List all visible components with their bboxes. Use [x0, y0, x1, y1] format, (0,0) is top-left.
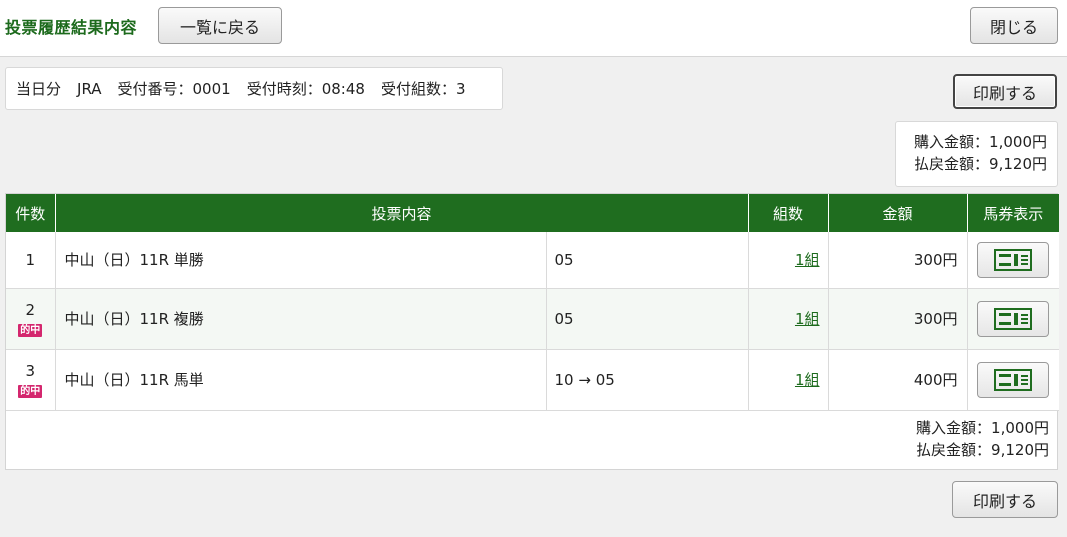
selection-cell: 10 → 05	[546, 349, 749, 411]
print-button-top[interactable]: 印刷する	[953, 74, 1057, 109]
receipt-info: 当日分 JRA 受付番号：0001 受付時刻：08:48 受付組数：3	[5, 67, 503, 110]
amount-cell: 400円	[828, 349, 968, 411]
row-number: 3	[25, 361, 36, 380]
summary-box-top: 購入金額：1,000円 払戻金額：9,120円	[895, 121, 1058, 187]
kumi-link[interactable]: 1組	[795, 371, 820, 389]
header-content: 投票内容	[55, 194, 749, 232]
refund-amount: 払戻金額：9,120円	[914, 155, 1047, 173]
selection-cell: 05	[546, 232, 749, 289]
race-cell: 中山（日）11R 単勝	[55, 232, 547, 289]
info-receipt-count: 受付組数：3	[380, 80, 466, 98]
row-number: 1	[25, 250, 36, 269]
table-row: 3 的中 中山（日）11R 馬単 10 → 05 1組 400円	[6, 349, 1060, 411]
purchase-amount: 購入金額：1,000円	[916, 419, 1049, 437]
refund-amount: 払戻金額：9,120円	[916, 441, 1049, 459]
ticket-icon	[994, 368, 1033, 391]
info-receipt-no: 受付番号：0001	[117, 80, 231, 98]
back-to-list-button[interactable]: 一覧に戻る	[158, 7, 282, 44]
header-ticket: 馬券表示	[967, 194, 1060, 232]
summary-table-bottom: 購入金額：1,000円 払戻金額：9,120円	[916, 417, 1049, 461]
show-ticket-button[interactable]	[977, 300, 1050, 337]
close-button[interactable]: 閉じる	[970, 7, 1058, 44]
purchase-amount: 購入金額：1,000円	[914, 133, 1047, 151]
show-ticket-button[interactable]	[977, 241, 1050, 278]
bet-table: 件数 投票内容 組数 金額 馬券表示 1 中山（日）11R 単勝 05 1組 3…	[6, 194, 1060, 411]
ticket-icon	[994, 248, 1033, 271]
selection-cell: 05	[546, 288, 749, 350]
print-button-bottom[interactable]: 印刷する	[952, 481, 1058, 518]
info-receipt-time: 受付時刻：08:48	[246, 80, 365, 98]
table-row: 2 的中 中山（日）11R 複勝 05 1組 300円	[6, 288, 1060, 350]
ticket-icon	[994, 307, 1033, 330]
page-title: 投票履歴結果内容	[5, 18, 138, 37]
amount-cell: 300円	[828, 232, 968, 289]
hit-badge: 的中	[18, 384, 43, 398]
race-cell: 中山（日）11R 馬単	[55, 349, 547, 411]
header-kumi: 組数	[748, 194, 829, 232]
top-bar: 投票履歴結果内容 一覧に戻る 閉じる	[0, 0, 1067, 57]
kumi-link[interactable]: 1組	[795, 310, 820, 328]
header-count: 件数	[6, 194, 56, 232]
info-org: JRA	[77, 79, 102, 98]
race-cell: 中山（日）11R 複勝	[55, 288, 547, 350]
kumi-link[interactable]: 1組	[795, 251, 820, 269]
row-number: 2	[25, 300, 36, 319]
amount-cell: 300円	[828, 288, 968, 350]
table-row: 1 中山（日）11R 単勝 05 1組 300円	[6, 232, 1060, 289]
show-ticket-button[interactable]	[977, 361, 1050, 398]
hit-badge: 的中	[18, 323, 43, 337]
info-day: 当日分	[16, 80, 62, 98]
header-amount: 金額	[828, 194, 968, 232]
bet-table-container: 件数 投票内容 組数 金額 馬券表示 1 中山（日）11R 単勝 05 1組 3…	[5, 193, 1060, 470]
